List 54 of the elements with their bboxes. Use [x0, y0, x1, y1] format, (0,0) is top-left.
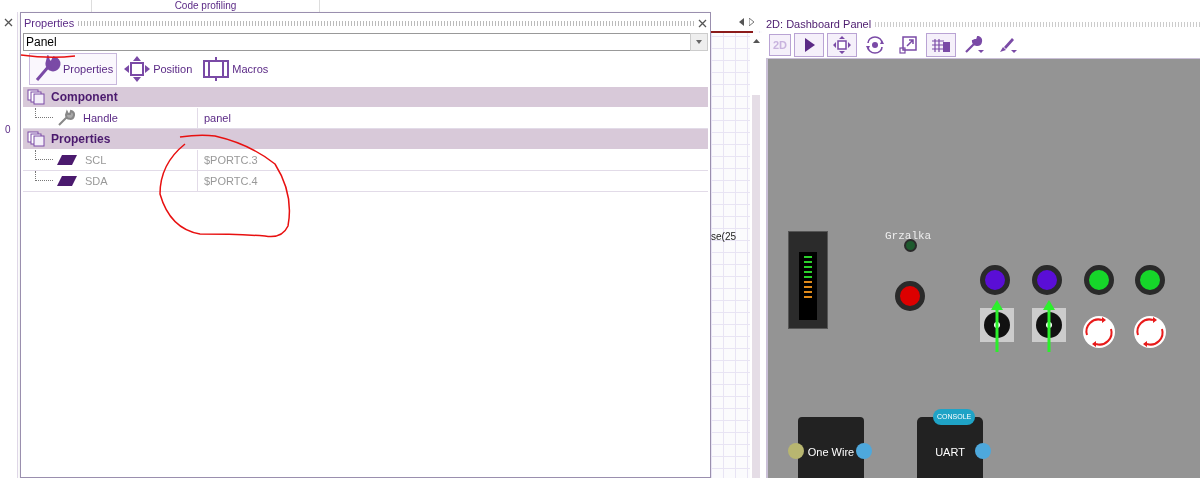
brush-icon [997, 36, 1017, 54]
left-arrow-icon[interactable] [739, 17, 744, 26]
module-label: One Wire [807, 444, 855, 460]
wrench-icon [964, 36, 984, 54]
rotate-icon [865, 36, 885, 54]
grid-tool-button[interactable] [926, 33, 956, 57]
scrollbar[interactable] [750, 33, 762, 478]
properties-tab[interactable]: Macros [198, 53, 273, 85]
rotation-indicator-drawing [1133, 315, 1167, 349]
right-arrow-icon[interactable] [749, 17, 754, 26]
property-name: Handle [83, 110, 118, 126]
code-text: se(25 [711, 230, 737, 244]
move-arrows-icon [833, 36, 851, 54]
move-arrows-icon [123, 55, 152, 83]
parallelogram-icon [57, 176, 77, 186]
macro-block-icon [202, 55, 231, 83]
led-indicator [904, 239, 917, 252]
panel-title: Properties [24, 15, 75, 31]
close-icon[interactable] [4, 18, 13, 27]
section-header[interactable]: Properties [23, 129, 708, 150]
resize-icon [899, 36, 917, 54]
knob[interactable] [1135, 265, 1165, 295]
scroll-up-arrow-icon[interactable] [752, 39, 760, 43]
pointer-tool-button[interactable] [794, 33, 824, 57]
wrench-icon [33, 55, 61, 83]
stacked-pages-icon [27, 89, 45, 105]
knob[interactable] [980, 265, 1010, 295]
section-title: Properties [51, 131, 111, 148]
section-title: Component [51, 89, 118, 106]
module-label: UART [935, 444, 965, 460]
knob[interactable] [1084, 265, 1114, 295]
dropdown-caret-icon[interactable] [690, 33, 708, 51]
section-header[interactable]: Component [23, 87, 708, 108]
close-icon[interactable] [698, 18, 707, 28]
rotation-indicator-drawing [1082, 315, 1116, 349]
stacked-pages-icon [27, 131, 45, 147]
properties-tab[interactable]: Properties [29, 53, 118, 85]
hand-drawn-underline [20, 54, 76, 60]
cut-text: 0 [4, 123, 11, 137]
property-value[interactable]: panel [198, 108, 231, 128]
component-dropdown[interactable]: Panel [23, 33, 690, 51]
knob[interactable] [1032, 265, 1062, 295]
panel-title: 2D: Dashboard Panel [766, 16, 872, 32]
grid-icon [931, 37, 951, 53]
led-label: Grzalka [885, 229, 932, 244]
stepper-motor-drawing [1031, 300, 1067, 354]
knob[interactable] [895, 281, 925, 311]
parallelogram-icon [57, 155, 77, 165]
properties-tab[interactable]: Position [119, 53, 197, 85]
move-tool-button[interactable] [827, 33, 857, 57]
wrench-icon [57, 109, 75, 127]
stepper-motor-drawing [979, 300, 1015, 354]
property-name: SDA [85, 173, 108, 189]
property-name: SCL [85, 152, 107, 168]
